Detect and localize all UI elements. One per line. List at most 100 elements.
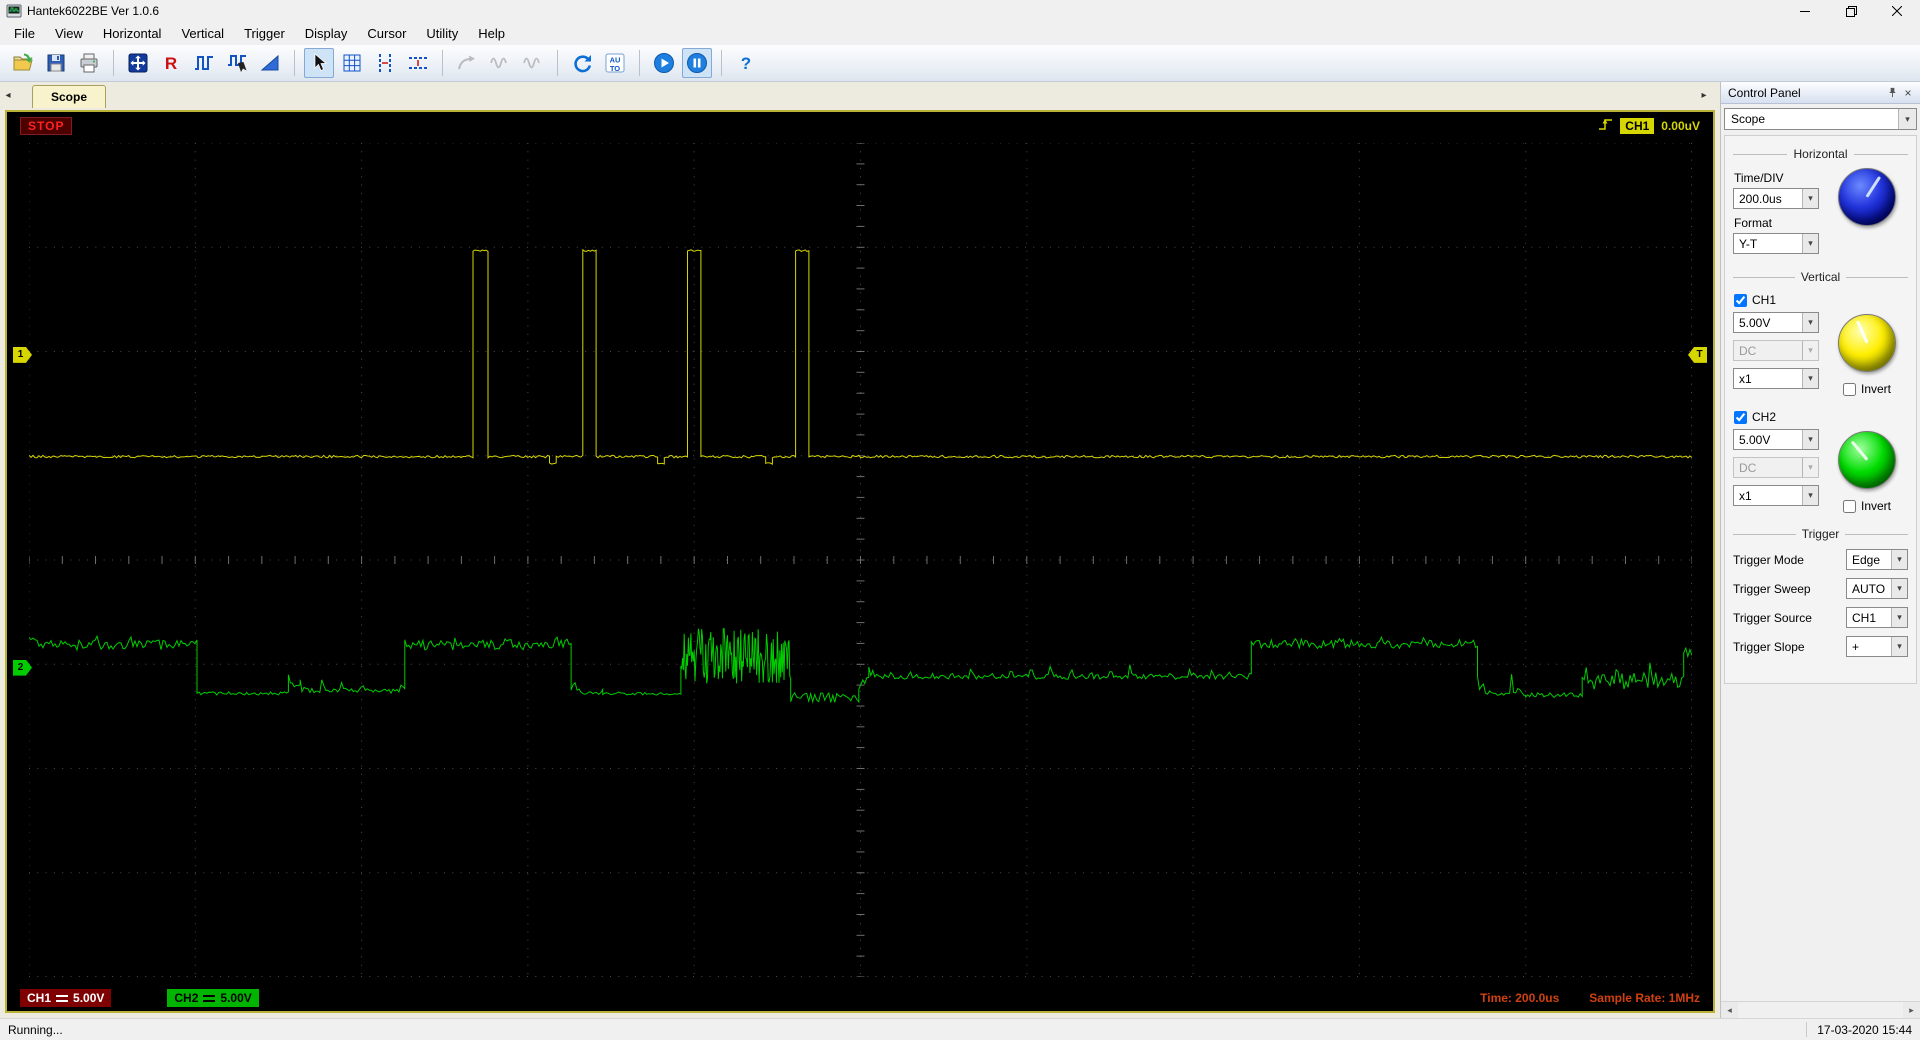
ch2-invert-checkbox[interactable]	[1843, 500, 1856, 513]
scope-footer: CH1 5.00V CH2 5.00V Time: 200.0us Sample…	[7, 985, 1713, 1011]
scroll-right-button[interactable]: ▸	[1903, 1002, 1920, 1018]
trigger-sweep-dropdown[interactable]: AUTO▾	[1846, 578, 1908, 599]
ch2-enable-checkbox[interactable]	[1734, 411, 1747, 424]
menu-bar: FileViewHorizontalVerticalTriggerDisplay…	[0, 22, 1920, 45]
trigger-sweep-row: Trigger SweepAUTO▾	[1733, 578, 1908, 599]
chevron-down-icon: ▾	[1802, 189, 1818, 208]
toolbar-separator	[639, 50, 640, 76]
close-button[interactable]	[1874, 0, 1920, 22]
menu-item-cursor[interactable]: Cursor	[357, 23, 416, 44]
menu-item-utility[interactable]: Utility	[416, 23, 468, 44]
close-panel-icon[interactable]: ×	[1900, 85, 1916, 101]
time-div-dropdown[interactable]: 200.0us ▾	[1733, 188, 1819, 209]
auto-measure-button[interactable]: AUTO	[600, 48, 630, 78]
trigger-slope-label: Trigger Slope	[1733, 640, 1846, 654]
trigger-marker-label: T	[1696, 349, 1702, 360]
horizontal-position-knob[interactable]	[1838, 168, 1896, 226]
tab-scroll-right-icon[interactable]: ▸	[1696, 90, 1712, 101]
trigger-source-value: CH1	[1852, 611, 1876, 625]
print-button[interactable]	[74, 48, 104, 78]
pause-button[interactable]	[682, 48, 712, 78]
auto-set-button[interactable]	[123, 48, 153, 78]
help-button[interactable]: ?	[731, 48, 761, 78]
ch1-invert-row: Invert	[1843, 382, 1891, 396]
grid-icon	[341, 52, 363, 74]
ch1-label: CH1	[27, 991, 51, 1005]
ch1-coupling-dropdown: DC ▾	[1733, 340, 1819, 361]
chevron-down-icon: ▾	[1802, 458, 1818, 477]
tab-scope[interactable]: Scope	[32, 85, 106, 108]
ch2-label: CH2	[174, 991, 198, 1005]
ch1-position-knob[interactable]	[1838, 314, 1896, 372]
ch1-probe-dropdown[interactable]: x1 ▾	[1733, 368, 1819, 389]
pause-icon	[686, 52, 708, 74]
trigger-sweep-value: AUTO	[1852, 582, 1885, 596]
start-button[interactable]	[649, 48, 679, 78]
hcursor-icon	[407, 52, 429, 74]
panel-mode-dropdown[interactable]: Scope ▾	[1724, 108, 1917, 130]
restore-button[interactable]	[1828, 0, 1874, 22]
menu-item-horizontal[interactable]: Horizontal	[93, 23, 172, 44]
toolbar: R AUTO?	[0, 45, 1920, 82]
ch1-invert-label: Invert	[1861, 382, 1891, 396]
wave-capture-button[interactable]	[222, 48, 252, 78]
scope-header: STOP CH1 0.00uV	[7, 112, 1713, 140]
ch2-volts-dropdown[interactable]: 5.00V ▾	[1733, 429, 1819, 450]
reference-wave-button[interactable]: R	[156, 48, 186, 78]
menu-item-display[interactable]: Display	[295, 23, 358, 44]
menu-item-trigger[interactable]: Trigger	[234, 23, 295, 44]
tab-scope-label: Scope	[51, 90, 87, 104]
ch1-coupling-value: DC	[1739, 344, 1756, 358]
ch1-invert-checkbox[interactable]	[1843, 383, 1856, 396]
pin-icon[interactable]	[1884, 85, 1900, 101]
tab-bar: ◂ Scope ▸	[0, 82, 1720, 108]
tab-scroll-left-icon[interactable]: ◂	[0, 90, 16, 101]
menu-item-help[interactable]: Help	[468, 23, 515, 44]
minimize-button[interactable]	[1782, 0, 1828, 22]
autoset-icon	[127, 52, 149, 74]
horizontal-section-label: Horizontal	[1793, 147, 1847, 161]
pointer-tool-button[interactable]	[304, 48, 334, 78]
datetime-text: 17-03-2020 15:44	[1817, 1023, 1912, 1037]
menu-item-vertical[interactable]: Vertical	[171, 23, 234, 44]
trigger-readout: CH1 0.00uV	[1598, 117, 1700, 135]
trigger-mode-value: Edge	[1852, 553, 1880, 567]
save-button[interactable]	[41, 48, 71, 78]
open-button[interactable]	[8, 48, 38, 78]
scroll-left-button[interactable]: ◂	[1721, 1002, 1738, 1018]
ch1-enable-checkbox[interactable]	[1734, 294, 1747, 307]
titlebar: Hantek6022BE Ver 1.0.6	[0, 0, 1920, 22]
dc-coupling-icon	[203, 994, 215, 1003]
ch1-volts-value: 5.00V	[1739, 316, 1770, 330]
menu-item-file[interactable]: File	[4, 23, 45, 44]
scope-page: ◂ Scope ▸ STOP CH1 0.00uV	[0, 82, 1720, 1018]
timebase-readout: Time: 200.0us Sample Rate: 1MHz	[1480, 991, 1700, 1005]
ch2-position-knob[interactable]	[1838, 431, 1896, 489]
help-icon: ?	[735, 52, 757, 74]
ch2-probe-dropdown[interactable]: x1 ▾	[1733, 485, 1819, 506]
horizontal-cursor-button[interactable]	[403, 48, 433, 78]
horizontal-section: Horizontal	[1733, 147, 1908, 161]
grid-display-button[interactable]	[337, 48, 367, 78]
toolbar-separator	[557, 50, 558, 76]
trigger-mode-dropdown[interactable]: Edge▾	[1846, 549, 1908, 570]
auto-icon: AUTO	[604, 52, 626, 74]
trigger-sweep-label: Trigger Sweep	[1733, 582, 1846, 596]
menu-item-view[interactable]: View	[45, 23, 93, 44]
refresh-button[interactable]	[567, 48, 597, 78]
refresh-icon	[571, 52, 593, 74]
scrollbar-track[interactable]	[1738, 1002, 1903, 1018]
ch2-marker-label: 2	[18, 662, 24, 673]
vertical-cursor-button[interactable]	[370, 48, 400, 78]
dc-coupling-icon	[56, 994, 68, 1003]
ch2-probe-value: x1	[1739, 489, 1752, 503]
ramp-button[interactable]	[255, 48, 285, 78]
trigger-slope-dropdown[interactable]: +▾	[1846, 636, 1908, 657]
vertical-section: Vertical	[1733, 270, 1908, 284]
format-dropdown[interactable]: Y-T ▾	[1733, 233, 1819, 254]
trigger-source-dropdown[interactable]: CH1▾	[1846, 607, 1908, 628]
square-wave-button[interactable]	[189, 48, 219, 78]
ch2-invert-label: Invert	[1861, 499, 1891, 513]
ch1-enable-row: CH1	[1734, 293, 1908, 307]
ch1-volts-dropdown[interactable]: 5.00V ▾	[1733, 312, 1819, 333]
